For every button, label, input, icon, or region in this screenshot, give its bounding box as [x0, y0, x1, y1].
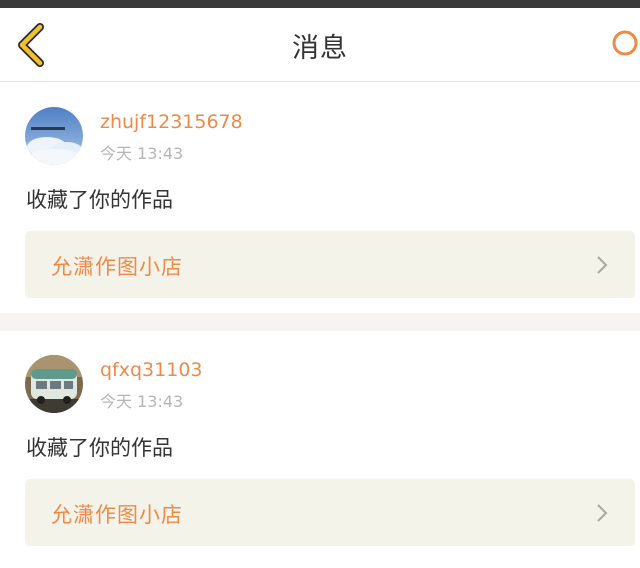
timestamp: 今天 13:43 — [100, 144, 184, 163]
vintage-van-avatar — [25, 355, 83, 413]
message-text: 收藏了你的作品 — [26, 188, 173, 212]
chevron-right-icon — [597, 256, 608, 274]
avatar[interactable] — [25, 107, 83, 165]
top-nav-bar: 消息 — [0, 8, 640, 82]
chevron-right-icon — [597, 504, 608, 522]
status-bar — [0, 0, 640, 8]
message-list: zhujf12315678 今天 13:43 收藏了你的作品 允潇作图小店 qf… — [0, 83, 640, 561]
work-link[interactable]: 允潇作图小店 — [25, 231, 635, 298]
work-title: 允潇作图小店 — [51, 503, 183, 527]
search-icon — [612, 30, 638, 56]
message-card: zhujf12315678 今天 13:43 收藏了你的作品 允潇作图小店 — [0, 83, 640, 313]
avatar[interactable] — [25, 355, 83, 413]
search-button[interactable] — [606, 28, 640, 62]
message-text: 收藏了你的作品 — [26, 436, 173, 460]
page-title: 消息 — [292, 33, 348, 64]
timestamp: 今天 13:43 — [100, 392, 184, 411]
username[interactable]: zhujf12315678 — [100, 111, 243, 133]
message-card: qfxq31103 今天 13:43 收藏了你的作品 允潇作图小店 — [0, 331, 640, 561]
work-title: 允潇作图小店 — [51, 255, 183, 279]
work-link[interactable]: 允潇作图小店 — [25, 479, 635, 546]
sky-clouds-avatar — [25, 107, 83, 165]
username[interactable]: qfxq31103 — [100, 359, 203, 381]
card-separator — [0, 313, 640, 331]
